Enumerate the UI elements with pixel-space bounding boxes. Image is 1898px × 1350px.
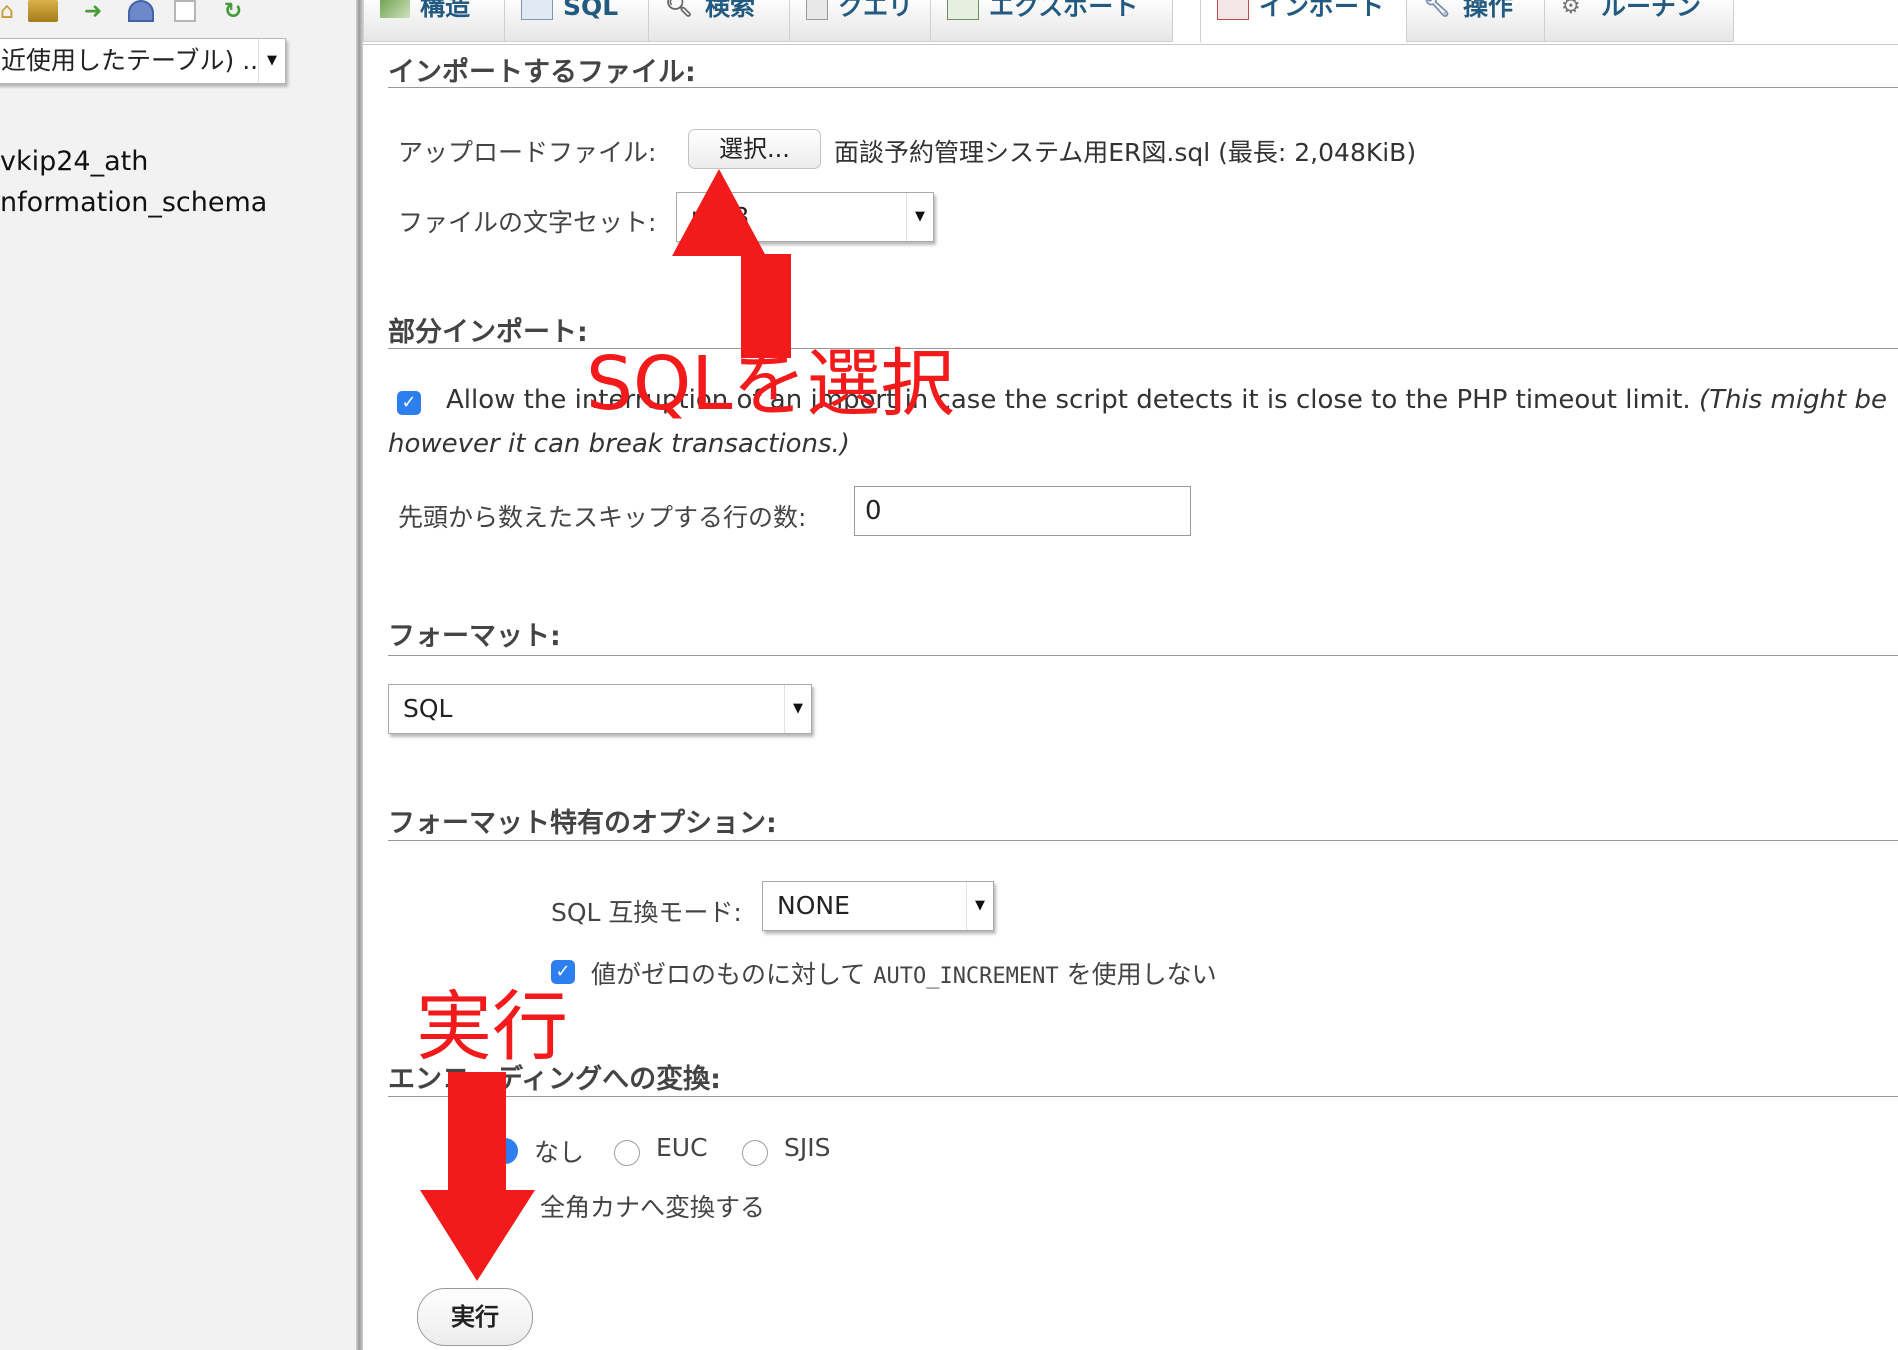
up-arrow-annotation bbox=[672, 169, 791, 358]
execute-annotation: 実行 bbox=[416, 982, 568, 1071]
down-arrow-annotation bbox=[420, 1072, 535, 1281]
select-sql-annotation: SQLを選択 bbox=[586, 341, 955, 427]
annotation-overlay bbox=[420, 169, 791, 1281]
